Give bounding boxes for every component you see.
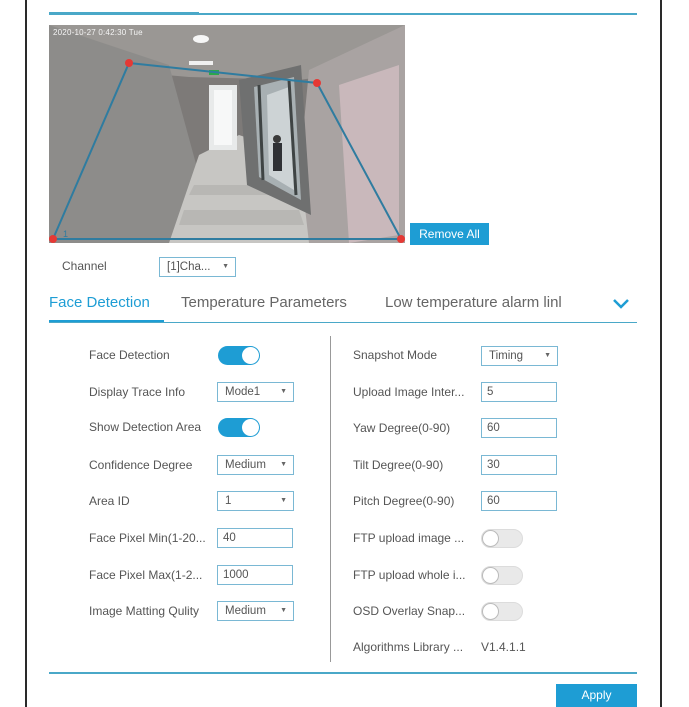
tilt-degree-label: Tilt Degree(0-90) — [353, 458, 444, 472]
apply-button[interactable]: Apply — [556, 684, 637, 707]
osd-overlay-snap-label: OSD Overlay Snap... — [353, 604, 466, 618]
area-id-label: Area ID — [89, 494, 130, 508]
upload-image-interval-input[interactable]: 5 — [481, 382, 557, 402]
show-detection-area-label: Show Detection Area — [89, 420, 202, 434]
image-matting-quality-select[interactable]: Medium ▼ — [217, 601, 294, 621]
caret-down-icon: ▼ — [280, 497, 287, 504]
caret-down-icon: ▼ — [280, 388, 287, 395]
camera-preview[interactable]: 2020-10-27 0:42:30 Tue 1 — [49, 25, 405, 243]
confidence-degree-label: Confidence Degree — [89, 458, 193, 472]
toggle-knob — [482, 603, 499, 620]
toggle-knob — [482, 530, 499, 547]
toggle-knob — [242, 419, 259, 436]
ftp-upload-whole-label: FTP upload whole i... — [353, 568, 466, 582]
preview-timestamp: 2020-10-27 0:42:30 Tue — [53, 28, 143, 37]
channel-select-value: [1]Cha... — [167, 261, 211, 273]
face-detection-label: Face Detection — [89, 348, 170, 362]
snapshot-mode-select[interactable]: Timing ▼ — [481, 346, 558, 366]
caret-down-icon: ▼ — [280, 461, 287, 468]
display-trace-info-value: Mode1 — [225, 386, 261, 398]
area-id-value: 1 — [225, 495, 232, 507]
caret-down-icon: ▼ — [544, 352, 551, 359]
channel-select[interactable]: [1]Cha... ▼ — [159, 257, 236, 277]
tab-temperature-parameters[interactable]: Temperature Parameters — [181, 294, 347, 311]
tab-face-detection[interactable]: Face Detection — [49, 294, 150, 311]
area-id-select[interactable]: 1 ▼ — [217, 491, 294, 511]
preview-area-label: 1 — [63, 229, 69, 239]
pitch-degree-input[interactable]: 60 — [481, 491, 557, 511]
tab-low-temperature-alarm[interactable]: Low temperature alarm linl — [385, 294, 562, 311]
confidence-degree-value: Medium — [225, 459, 266, 471]
pitch-degree-label: Pitch Degree(0-90) — [353, 494, 455, 508]
toggle-knob — [482, 567, 499, 584]
remove-all-button[interactable]: Remove All — [410, 223, 489, 245]
caret-down-icon: ▼ — [280, 607, 287, 614]
channel-label: Channel — [62, 259, 107, 273]
face-detection-toggle[interactable] — [218, 346, 260, 365]
top-divider-accent — [49, 12, 199, 15]
frame-left-border — [25, 0, 27, 707]
image-matting-quality-label: Image Matting Qulity — [89, 604, 200, 618]
yaw-degree-input[interactable]: 60 — [481, 418, 557, 438]
caret-down-icon: ▼ — [222, 263, 229, 270]
column-divider — [330, 336, 331, 662]
upload-image-interval-label: Upload Image Inter... — [353, 385, 465, 399]
confidence-degree-select[interactable]: Medium ▼ — [217, 455, 294, 475]
toggle-knob — [242, 347, 259, 364]
algorithms-library-version: V1.4.1.1 — [481, 640, 526, 654]
display-trace-info-select[interactable]: Mode1 ▼ — [217, 382, 294, 402]
image-matting-quality-value: Medium — [225, 605, 266, 617]
ftp-upload-image-label: FTP upload image ... — [353, 531, 465, 545]
tabs-divider — [49, 322, 637, 323]
face-pixel-min-input[interactable]: 40 — [217, 528, 293, 548]
snapshot-mode-value: Timing — [489, 350, 524, 362]
camera-scene — [49, 25, 405, 243]
face-pixel-max-label: Face Pixel Max(1-2... — [89, 568, 203, 582]
yaw-degree-label: Yaw Degree(0-90) — [353, 421, 451, 435]
display-trace-info-label: Display Trace Info — [89, 385, 186, 399]
tilt-degree-input[interactable]: 30 — [481, 455, 557, 475]
ftp-upload-whole-toggle[interactable] — [481, 566, 523, 585]
face-pixel-min-label: Face Pixel Min(1-20... — [89, 531, 206, 545]
show-detection-area-toggle[interactable] — [218, 418, 260, 437]
face-pixel-max-input[interactable]: 1000 — [217, 565, 293, 585]
algorithms-library-label: Algorithms Library ... — [353, 640, 464, 654]
frame-right-border — [660, 0, 662, 707]
ftp-upload-image-toggle[interactable] — [481, 529, 523, 548]
bottom-divider — [49, 672, 637, 674]
chevron-down-icon[interactable] — [610, 292, 632, 314]
snapshot-mode-label: Snapshot Mode — [353, 348, 438, 362]
osd-overlay-snap-toggle[interactable] — [481, 602, 523, 621]
